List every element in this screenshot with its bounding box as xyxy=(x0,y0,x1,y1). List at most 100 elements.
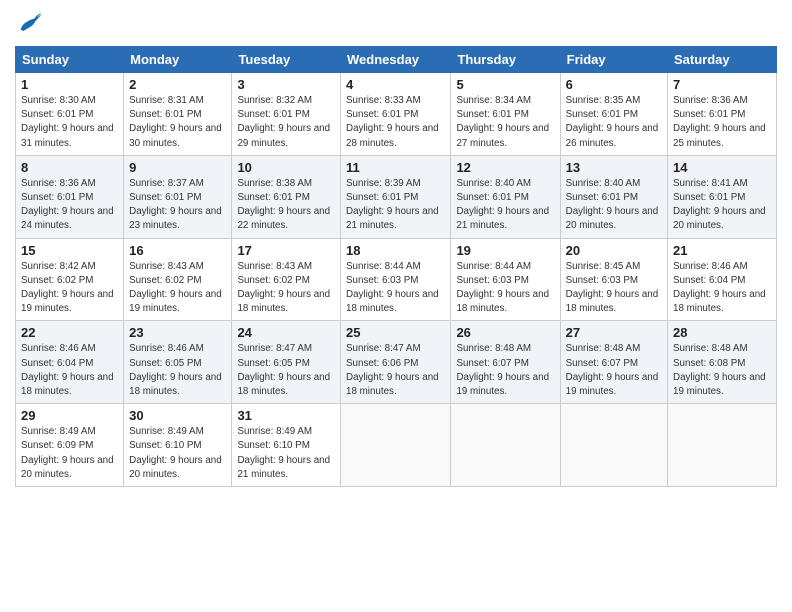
day-info: Sunrise: 8:36 AMSunset: 6:01 PMDaylight:… xyxy=(21,178,114,232)
day-info: Sunrise: 8:46 AMSunset: 6:04 PMDaylight:… xyxy=(21,343,114,397)
week-row-1: 1 Sunrise: 8:30 AMSunset: 6:01 PMDayligh… xyxy=(16,73,777,156)
day-info: Sunrise: 8:43 AMSunset: 6:02 PMDaylight:… xyxy=(237,261,330,315)
day-number: 9 xyxy=(129,160,226,175)
day-number: 5 xyxy=(456,77,554,92)
day-cell-23: 23 Sunrise: 8:46 AMSunset: 6:05 PMDaylig… xyxy=(124,321,232,404)
calendar-table: SundayMondayTuesdayWednesdayThursdayFrid… xyxy=(15,46,777,487)
day-cell-15: 15 Sunrise: 8:42 AMSunset: 6:02 PMDaylig… xyxy=(16,238,124,321)
day-info: Sunrise: 8:49 AMSunset: 6:10 PMDaylight:… xyxy=(237,426,330,480)
day-cell-31: 31 Sunrise: 8:49 AMSunset: 6:10 PMDaylig… xyxy=(232,404,341,487)
day-number: 7 xyxy=(673,77,771,92)
day-cell-20: 20 Sunrise: 8:45 AMSunset: 6:03 PMDaylig… xyxy=(560,238,667,321)
day-info: Sunrise: 8:35 AMSunset: 6:01 PMDaylight:… xyxy=(566,95,659,149)
day-info: Sunrise: 8:46 AMSunset: 6:05 PMDaylight:… xyxy=(129,343,222,397)
col-header-tuesday: Tuesday xyxy=(232,47,341,73)
day-info: Sunrise: 8:47 AMSunset: 6:05 PMDaylight:… xyxy=(237,343,330,397)
day-info: Sunrise: 8:36 AMSunset: 6:01 PMDaylight:… xyxy=(673,95,766,149)
day-cell-4: 4 Sunrise: 8:33 AMSunset: 6:01 PMDayligh… xyxy=(341,73,451,156)
day-number: 25 xyxy=(346,325,445,340)
day-cell-13: 13 Sunrise: 8:40 AMSunset: 6:01 PMDaylig… xyxy=(560,155,667,238)
day-info: Sunrise: 8:49 AMSunset: 6:10 PMDaylight:… xyxy=(129,426,222,480)
logo xyxy=(15,10,47,38)
col-header-thursday: Thursday xyxy=(451,47,560,73)
day-number: 16 xyxy=(129,243,226,258)
week-row-4: 22 Sunrise: 8:46 AMSunset: 6:04 PMDaylig… xyxy=(16,321,777,404)
day-number: 26 xyxy=(456,325,554,340)
day-info: Sunrise: 8:46 AMSunset: 6:04 PMDaylight:… xyxy=(673,261,766,315)
day-cell-2: 2 Sunrise: 8:31 AMSunset: 6:01 PMDayligh… xyxy=(124,73,232,156)
empty-cell xyxy=(560,404,667,487)
day-info: Sunrise: 8:44 AMSunset: 6:03 PMDaylight:… xyxy=(456,261,549,315)
day-cell-18: 18 Sunrise: 8:44 AMSunset: 6:03 PMDaylig… xyxy=(341,238,451,321)
day-number: 31 xyxy=(237,408,335,423)
day-info: Sunrise: 8:31 AMSunset: 6:01 PMDaylight:… xyxy=(129,95,222,149)
day-number: 8 xyxy=(21,160,118,175)
empty-cell xyxy=(451,404,560,487)
day-info: Sunrise: 8:37 AMSunset: 6:01 PMDaylight:… xyxy=(129,178,222,232)
page: SundayMondayTuesdayWednesdayThursdayFrid… xyxy=(0,0,792,612)
day-info: Sunrise: 8:49 AMSunset: 6:09 PMDaylight:… xyxy=(21,426,114,480)
day-number: 28 xyxy=(673,325,771,340)
day-info: Sunrise: 8:38 AMSunset: 6:01 PMDaylight:… xyxy=(237,178,330,232)
day-info: Sunrise: 8:40 AMSunset: 6:01 PMDaylight:… xyxy=(456,178,549,232)
week-row-3: 15 Sunrise: 8:42 AMSunset: 6:02 PMDaylig… xyxy=(16,238,777,321)
day-info: Sunrise: 8:39 AMSunset: 6:01 PMDaylight:… xyxy=(346,178,439,232)
week-row-5: 29 Sunrise: 8:49 AMSunset: 6:09 PMDaylig… xyxy=(16,404,777,487)
day-info: Sunrise: 8:48 AMSunset: 6:07 PMDaylight:… xyxy=(566,343,659,397)
logo-icon xyxy=(15,10,43,38)
day-number: 4 xyxy=(346,77,445,92)
day-info: Sunrise: 8:42 AMSunset: 6:02 PMDaylight:… xyxy=(21,261,114,315)
day-cell-12: 12 Sunrise: 8:40 AMSunset: 6:01 PMDaylig… xyxy=(451,155,560,238)
week-row-2: 8 Sunrise: 8:36 AMSunset: 6:01 PMDayligh… xyxy=(16,155,777,238)
empty-cell xyxy=(668,404,777,487)
day-cell-28: 28 Sunrise: 8:48 AMSunset: 6:08 PMDaylig… xyxy=(668,321,777,404)
day-number: 29 xyxy=(21,408,118,423)
day-cell-16: 16 Sunrise: 8:43 AMSunset: 6:02 PMDaylig… xyxy=(124,238,232,321)
day-cell-27: 27 Sunrise: 8:48 AMSunset: 6:07 PMDaylig… xyxy=(560,321,667,404)
day-info: Sunrise: 8:33 AMSunset: 6:01 PMDaylight:… xyxy=(346,95,439,149)
day-cell-25: 25 Sunrise: 8:47 AMSunset: 6:06 PMDaylig… xyxy=(341,321,451,404)
day-cell-22: 22 Sunrise: 8:46 AMSunset: 6:04 PMDaylig… xyxy=(16,321,124,404)
day-number: 20 xyxy=(566,243,662,258)
header xyxy=(15,10,777,38)
day-info: Sunrise: 8:48 AMSunset: 6:07 PMDaylight:… xyxy=(456,343,549,397)
day-cell-19: 19 Sunrise: 8:44 AMSunset: 6:03 PMDaylig… xyxy=(451,238,560,321)
day-cell-30: 30 Sunrise: 8:49 AMSunset: 6:10 PMDaylig… xyxy=(124,404,232,487)
day-info: Sunrise: 8:44 AMSunset: 6:03 PMDaylight:… xyxy=(346,261,439,315)
empty-cell xyxy=(341,404,451,487)
day-number: 1 xyxy=(21,77,118,92)
col-header-sunday: Sunday xyxy=(16,47,124,73)
day-info: Sunrise: 8:30 AMSunset: 6:01 PMDaylight:… xyxy=(21,95,114,149)
calendar-header-row: SundayMondayTuesdayWednesdayThursdayFrid… xyxy=(16,47,777,73)
day-number: 24 xyxy=(237,325,335,340)
day-cell-11: 11 Sunrise: 8:39 AMSunset: 6:01 PMDaylig… xyxy=(341,155,451,238)
day-info: Sunrise: 8:32 AMSunset: 6:01 PMDaylight:… xyxy=(237,95,330,149)
day-info: Sunrise: 8:43 AMSunset: 6:02 PMDaylight:… xyxy=(129,261,222,315)
day-cell-9: 9 Sunrise: 8:37 AMSunset: 6:01 PMDayligh… xyxy=(124,155,232,238)
day-info: Sunrise: 8:34 AMSunset: 6:01 PMDaylight:… xyxy=(456,95,549,149)
day-cell-10: 10 Sunrise: 8:38 AMSunset: 6:01 PMDaylig… xyxy=(232,155,341,238)
day-cell-14: 14 Sunrise: 8:41 AMSunset: 6:01 PMDaylig… xyxy=(668,155,777,238)
day-number: 6 xyxy=(566,77,662,92)
day-cell-3: 3 Sunrise: 8:32 AMSunset: 6:01 PMDayligh… xyxy=(232,73,341,156)
day-info: Sunrise: 8:45 AMSunset: 6:03 PMDaylight:… xyxy=(566,261,659,315)
day-info: Sunrise: 8:40 AMSunset: 6:01 PMDaylight:… xyxy=(566,178,659,232)
day-number: 10 xyxy=(237,160,335,175)
day-cell-5: 5 Sunrise: 8:34 AMSunset: 6:01 PMDayligh… xyxy=(451,73,560,156)
day-info: Sunrise: 8:48 AMSunset: 6:08 PMDaylight:… xyxy=(673,343,766,397)
day-cell-7: 7 Sunrise: 8:36 AMSunset: 6:01 PMDayligh… xyxy=(668,73,777,156)
day-cell-6: 6 Sunrise: 8:35 AMSunset: 6:01 PMDayligh… xyxy=(560,73,667,156)
col-header-monday: Monday xyxy=(124,47,232,73)
day-number: 14 xyxy=(673,160,771,175)
day-number: 30 xyxy=(129,408,226,423)
day-cell-21: 21 Sunrise: 8:46 AMSunset: 6:04 PMDaylig… xyxy=(668,238,777,321)
day-number: 22 xyxy=(21,325,118,340)
col-header-saturday: Saturday xyxy=(668,47,777,73)
day-info: Sunrise: 8:47 AMSunset: 6:06 PMDaylight:… xyxy=(346,343,439,397)
day-info: Sunrise: 8:41 AMSunset: 6:01 PMDaylight:… xyxy=(673,178,766,232)
day-cell-29: 29 Sunrise: 8:49 AMSunset: 6:09 PMDaylig… xyxy=(16,404,124,487)
day-cell-8: 8 Sunrise: 8:36 AMSunset: 6:01 PMDayligh… xyxy=(16,155,124,238)
day-number: 15 xyxy=(21,243,118,258)
day-number: 17 xyxy=(237,243,335,258)
day-cell-17: 17 Sunrise: 8:43 AMSunset: 6:02 PMDaylig… xyxy=(232,238,341,321)
